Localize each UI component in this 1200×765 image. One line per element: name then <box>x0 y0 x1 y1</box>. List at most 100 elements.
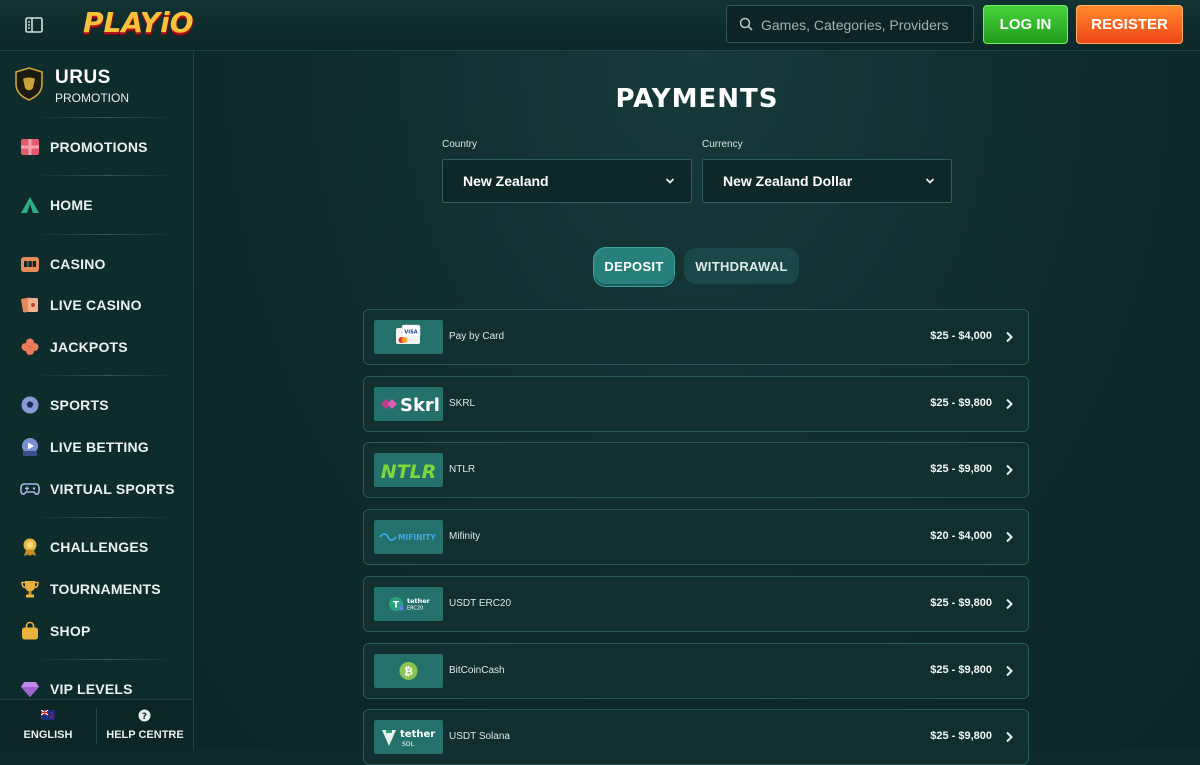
payment-range: $25 - $9,800 <box>930 664 992 676</box>
payment-name: NTLR <box>449 464 476 475</box>
chevron-right-icon <box>1006 731 1013 743</box>
sidebar-item-sports[interactable]: SPORTS <box>20 392 185 418</box>
language-button[interactable]: ENGLISH <box>0 700 96 751</box>
payment-row-usdt-erc20[interactable]: T tether ERC20 USDT ERC20 $25 - $9,800 <box>363 576 1029 632</box>
divider <box>35 517 177 518</box>
sidebar-item-live-casino[interactable]: LIVE CASINO <box>20 292 185 318</box>
divider <box>35 375 177 376</box>
diamond-icon <box>21 682 39 697</box>
sidebar-item-label: LIVE BETTING <box>50 439 149 455</box>
sidebar-item-jackpots[interactable]: JACKPOTS <box>20 334 185 360</box>
sidebar-item-label: LIVE CASINO <box>50 297 142 313</box>
skrl-logo-text: Skrl <box>400 395 440 416</box>
payment-row-ntlr[interactable]: NTLR NTLR $25 - $9,800 <box>363 442 1029 498</box>
sidebar-item-label: VIRTUAL SPORTS <box>50 481 175 497</box>
login-button[interactable]: LOG IN <box>983 5 1068 44</box>
cards-icon <box>21 297 38 313</box>
soccer-ball-icon <box>21 396 39 414</box>
tent-icon <box>21 197 39 213</box>
divider <box>35 659 177 660</box>
payment-range: $20 - $4,000 <box>930 530 992 542</box>
payment-row-pay-by-card[interactable]: VISA Pay by Card $25 - $4,000 <box>363 309 1029 365</box>
currency-select[interactable]: New Zealand Dollar <box>702 159 952 203</box>
chevron-right-icon <box>1006 665 1013 677</box>
divider <box>35 175 177 176</box>
payment-range: $25 - $9,800 <box>930 463 992 475</box>
search-icon <box>739 17 753 31</box>
sidebar-item-home[interactable]: HOME <box>20 192 185 218</box>
sidebar-item-virtual-sports[interactable]: VIRTUAL SPORTS <box>20 476 185 502</box>
sidebar-item-label: CASINO <box>50 256 106 272</box>
sidebar: URUS PROMOTION PROMOTIONS HOME CASINO LI… <box>0 51 194 751</box>
ntlr-logo-icon: NTLR <box>381 461 437 483</box>
sidebar-item-casino[interactable]: CASINO <box>20 251 185 277</box>
sidebar-item-promotions[interactable]: PROMOTIONS <box>20 134 185 160</box>
tab-withdrawal[interactable]: WITHDRAWAL <box>684 248 799 286</box>
tab-deposit[interactable]: DEPOSIT <box>594 248 674 286</box>
mifinity-logo-text: MIFINITY <box>398 533 436 542</box>
chevron-down-icon <box>665 178 675 184</box>
country-select[interactable]: New Zealand <box>442 159 692 203</box>
payment-row-usdt-solana[interactable]: tether SOL USDT Solana $25 - $9,800 <box>363 709 1029 765</box>
svg-text:?: ? <box>142 712 147 722</box>
gamepad-icon <box>20 483 40 495</box>
tether-erc20-logo: T tether ERC20 <box>374 587 443 621</box>
country-value: New Zealand <box>463 173 549 189</box>
payment-row-skrl[interactable]: Skrl SKRL $25 - $9,800 <box>363 376 1029 432</box>
card-icon: VISA <box>396 324 421 344</box>
chevron-right-icon <box>1006 464 1013 476</box>
search-input[interactable] <box>759 6 973 44</box>
currency-label: Currency <box>702 139 743 150</box>
skrl-logo-icon: Skrl <box>381 395 440 416</box>
sidebar-footer: ENGLISH ? HELP CENTRE <box>0 699 193 751</box>
sidebar-item-label: SPORTS <box>50 397 109 413</box>
urus-promotion-banner[interactable]: URUS PROMOTION <box>14 65 184 105</box>
top-header: PLAYiO LOG IN REGISTER <box>0 0 1200 51</box>
chevron-right-icon <box>1006 331 1013 343</box>
help-centre-button[interactable]: ? HELP CENTRE <box>97 700 193 751</box>
divider <box>35 234 177 235</box>
shopping-bag-icon <box>22 621 38 640</box>
sidebar-toggle-icon[interactable] <box>24 15 44 35</box>
payment-range: $25 - $9,800 <box>930 397 992 409</box>
sidebar-item-live-betting[interactable]: LIVE BETTING <box>20 434 185 460</box>
payment-row-bitcoincash[interactable]: ₿ BitCoinCash $25 - $9,800 <box>363 643 1029 699</box>
search-box[interactable] <box>726 5 974 44</box>
tether-logo-subtext: SOL <box>402 741 415 748</box>
tether-logo-text: tether <box>400 729 435 740</box>
sidebar-item-label: SHOP <box>50 623 91 639</box>
help-centre-label: HELP CENTRE <box>106 729 184 741</box>
currency-value: New Zealand Dollar <box>723 173 853 189</box>
site-logo[interactable]: PLAYiO <box>83 6 194 39</box>
country-label: Country <box>442 139 478 150</box>
payment-name: SKRL <box>449 398 476 409</box>
chevron-down-icon <box>925 178 935 184</box>
skrl-logo: Skrl <box>374 387 443 421</box>
live-play-icon <box>22 438 38 456</box>
mifinity-logo-icon: MIFINITY <box>379 533 436 542</box>
promo-subtitle: PROMOTION <box>55 91 129 105</box>
sidebar-item-label: TOURNAMENTS <box>50 581 161 597</box>
ntlr-logo: NTLR <box>374 453 443 487</box>
chevron-right-icon <box>1006 398 1013 410</box>
main-content: PAYMENTS Country New Zealand Currency Ne… <box>194 51 1200 765</box>
register-button[interactable]: REGISTER <box>1076 5 1183 44</box>
chevron-right-icon <box>1006 598 1013 610</box>
page-title: PAYMENTS <box>615 84 779 114</box>
sidebar-item-label: JACKPOTS <box>50 339 128 355</box>
tether-logo-text: tether <box>407 597 431 605</box>
payment-range: $25 - $9,800 <box>930 597 992 609</box>
payment-range: $25 - $9,800 <box>930 730 992 742</box>
payment-name: BitCoinCash <box>449 665 505 676</box>
sidebar-item-shop[interactable]: SHOP <box>20 618 185 644</box>
tether-icon: tether SOL <box>382 729 435 748</box>
payment-name: USDT ERC20 <box>449 598 512 609</box>
sidebar-item-tournaments[interactable]: TOURNAMENTS <box>20 576 185 602</box>
payment-row-mifinity[interactable]: MIFINITY Mifinity $20 - $4,000 <box>363 509 1029 565</box>
medal-icon <box>23 538 37 556</box>
payment-range: $25 - $4,000 <box>930 330 992 342</box>
tether-icon: T tether ERC20 <box>389 597 431 612</box>
sidebar-item-challenges[interactable]: CHALLENGES <box>20 534 185 560</box>
promo-title: URUS <box>55 67 111 88</box>
bitcoincash-logo: ₿ <box>374 654 443 688</box>
